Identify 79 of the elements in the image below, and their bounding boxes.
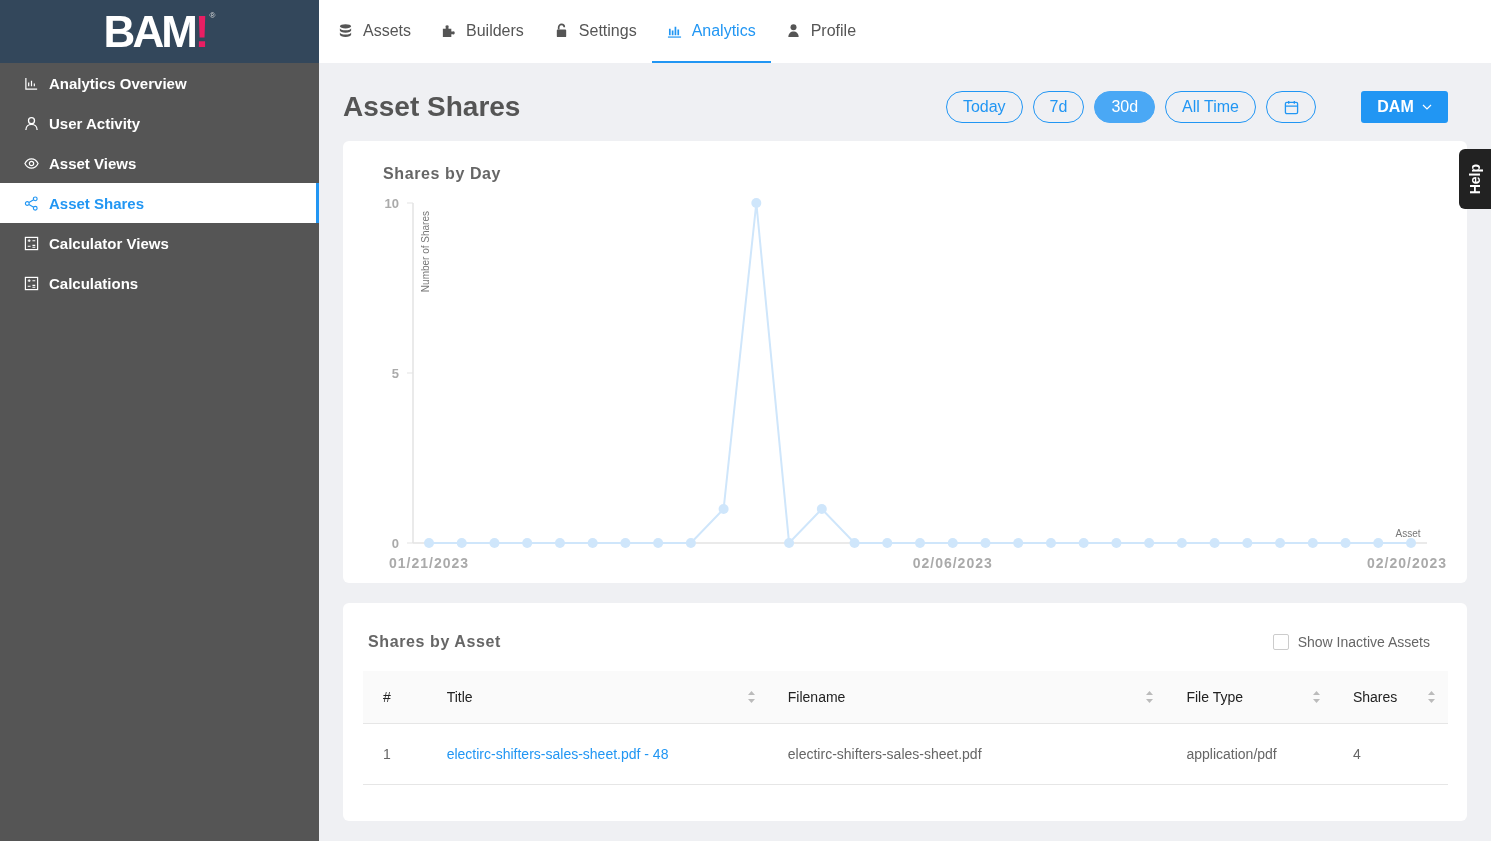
checkbox-label: Show Inactive Assets (1297, 634, 1430, 650)
chevron-down-icon (1421, 104, 1432, 110)
data-point (1078, 538, 1089, 548)
data-point (1144, 538, 1155, 548)
sidebar-item[interactable]: Analytics Overview (0, 63, 319, 103)
nav-tab[interactable]: Builders (426, 0, 539, 63)
data-point (784, 538, 795, 548)
y-tick-label: 5 (391, 366, 399, 381)
sort-icon[interactable] (1311, 690, 1321, 704)
data-point (587, 538, 598, 548)
data-point (1242, 538, 1253, 548)
sidebar-item[interactable]: Calculator Views (0, 223, 319, 263)
data-point (620, 538, 631, 548)
nav-tab[interactable]: Assets (323, 0, 426, 63)
data-point (424, 538, 434, 548)
y-tick-label: 10 (384, 196, 399, 211)
data-point (980, 538, 991, 548)
x-tick-label: 02/06/2023 (912, 555, 993, 571)
sort-icon[interactable] (746, 690, 756, 704)
sidebar-item[interactable]: Asset Views (0, 143, 319, 183)
share-icon (24, 195, 39, 211)
nav-tab[interactable]: Profile (770, 0, 872, 63)
column-header[interactable]: Filename (767, 671, 1167, 724)
logo: BAM!® (103, 9, 216, 54)
data-point (882, 538, 893, 548)
data-point (915, 538, 925, 548)
x-tick-label: 01/21/2023 (388, 555, 470, 571)
column-header[interactable]: Shares (1332, 671, 1448, 724)
data-point (1111, 538, 1122, 548)
data-point (718, 504, 729, 514)
data-point (489, 538, 500, 548)
user-icon (24, 115, 39, 131)
data-point (653, 538, 664, 548)
table-cell: 1 (363, 723, 427, 785)
data-point (1275, 538, 1286, 548)
calculator-icon (24, 275, 39, 291)
sort-icon[interactable] (1145, 690, 1155, 704)
bar-chart-icon (24, 75, 39, 91)
column-header[interactable]: Title (426, 671, 768, 724)
database-icon (338, 23, 353, 38)
data-point (1013, 538, 1024, 548)
y-tick-label: 0 (391, 536, 399, 551)
data-point (522, 538, 533, 548)
card-title: Shares by Day (383, 165, 503, 183)
legend-label: Asset (1395, 528, 1421, 539)
data-point (816, 504, 827, 514)
table-cell: application/pdf (1166, 723, 1333, 785)
calculator-icon (24, 235, 39, 251)
puzzle-icon (441, 23, 456, 38)
data-point (1307, 538, 1318, 548)
data-point (849, 538, 860, 548)
table-cell: electirc-shifters-sales-sheet.pdf (767, 723, 1167, 785)
calendar-icon (1283, 99, 1299, 115)
data-point (1045, 538, 1056, 548)
sort-icon[interactable] (1427, 690, 1436, 704)
column-header[interactable]: File Type (1166, 671, 1333, 724)
data-point (554, 538, 565, 548)
data-point (1176, 538, 1187, 548)
y-axis-title: Number of Shares (420, 211, 431, 293)
help-tab[interactable]: Help (1459, 149, 1491, 209)
data-point (751, 198, 762, 208)
column-header[interactable]: # (363, 671, 427, 724)
sidebar-item[interactable]: Calculations (0, 263, 319, 303)
page-title: Asset Shares (343, 91, 522, 123)
data-point (456, 538, 467, 548)
data-point (947, 538, 958, 548)
sidebar-item[interactable]: User Activity (0, 103, 319, 143)
eye-icon (24, 155, 39, 171)
person-icon (785, 23, 801, 38)
data-point (1406, 538, 1416, 548)
data-point (1209, 538, 1220, 548)
table-cell: 4 (1332, 723, 1448, 785)
checkbox[interactable] (1272, 634, 1289, 650)
card-title: Shares by Asset (368, 633, 501, 651)
x-tick-label: 02/20/2023 (1366, 555, 1448, 571)
data-point (685, 538, 696, 548)
data-point (1373, 538, 1384, 548)
data-point (1340, 538, 1351, 548)
nav-tab[interactable]: Settings (538, 0, 652, 63)
